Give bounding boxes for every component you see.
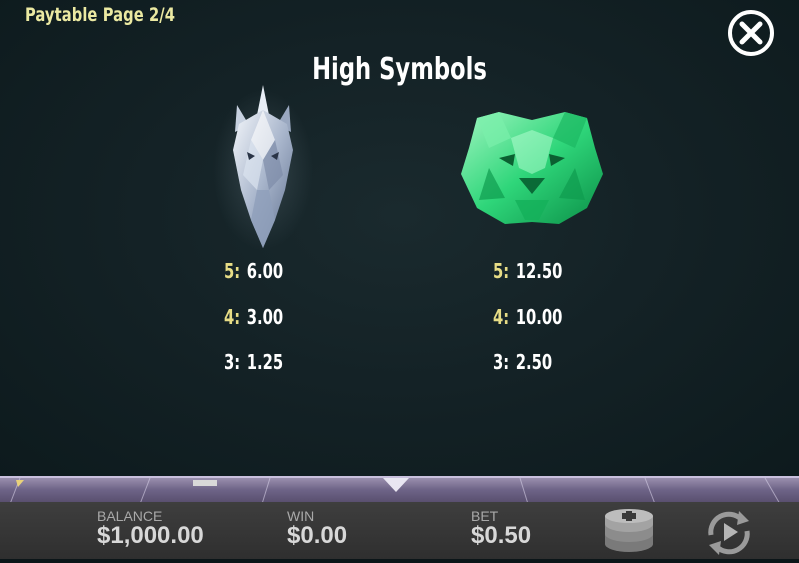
win-value: $0.00 [287, 522, 348, 549]
pay-count: 4: [224, 305, 241, 329]
spin-arrow-icon [708, 511, 750, 555]
balance-value: $1,000.00 [97, 522, 204, 549]
pay-value: 12.50 [515, 259, 563, 283]
page-indicator: Paytable Page 2/4 [25, 4, 176, 26]
close-circle-icon [728, 10, 774, 56]
tiger-symbol-icon [459, 108, 605, 226]
pay-count: 3: [224, 350, 241, 374]
pay-count: 5: [493, 259, 510, 283]
footer-notch-icon [383, 478, 409, 492]
pay-row: 4: 10.00 [493, 305, 562, 329]
unicorn-symbol-icon [213, 80, 313, 255]
pay-value: 3.00 [246, 305, 284, 329]
pay-row: 4: 3.00 [224, 305, 283, 329]
pay-value: 10.00 [515, 305, 563, 329]
pay-count: 5: [224, 259, 241, 283]
pay-count: 4: [493, 305, 510, 329]
coin-stack-plus-icon [605, 509, 653, 552]
bet-adjust-button[interactable] [602, 508, 656, 554]
section-title: High Symbols [312, 52, 487, 87]
pay-row: 5: 12.50 [493, 259, 562, 283]
close-button[interactable] [727, 9, 775, 57]
pay-value: 2.50 [515, 350, 553, 374]
pay-value: 1.25 [246, 350, 284, 374]
pay-row: 3: 1.25 [224, 350, 283, 374]
spin-button[interactable] [701, 505, 757, 559]
pay-row: 5: 6.00 [224, 259, 283, 283]
pay-count: 3: [493, 350, 510, 374]
bet-value: $0.50 [471, 522, 532, 549]
pay-value: 6.00 [246, 259, 284, 283]
pay-row: 3: 2.50 [493, 350, 552, 374]
